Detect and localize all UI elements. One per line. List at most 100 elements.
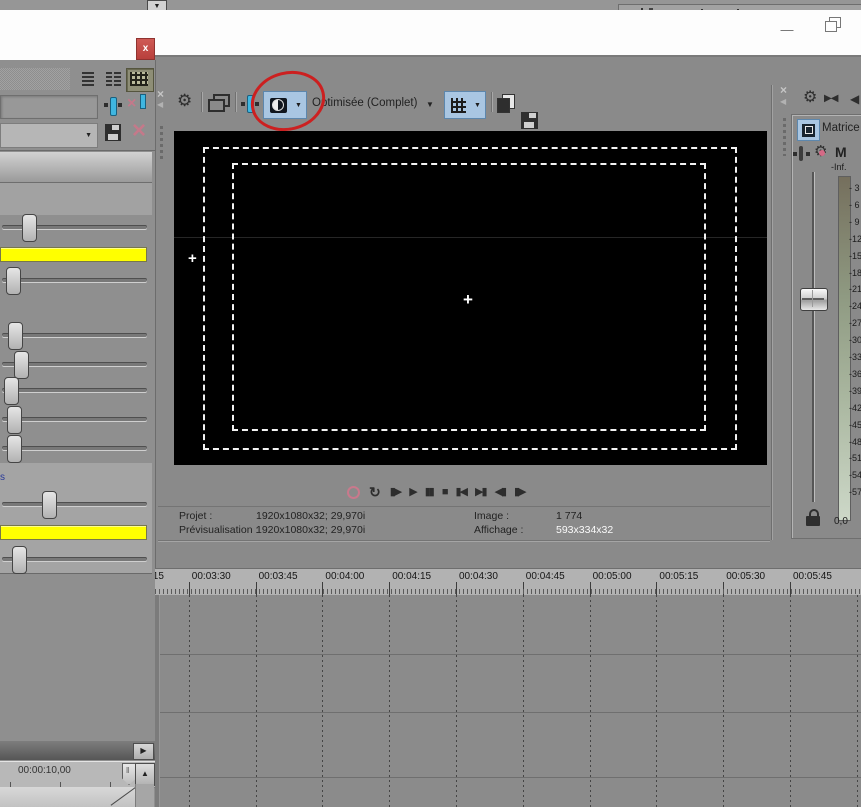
meter-scale-label: -15 xyxy=(849,251,861,261)
play-from-start-button[interactable]: ▮▶ xyxy=(390,487,401,498)
frame-value: 1 774 xyxy=(556,510,582,522)
fx-value-bar xyxy=(0,247,147,262)
lock-button[interactable] xyxy=(806,509,820,529)
fx-parameter-sliders xyxy=(0,0,155,807)
ruler-tick xyxy=(456,582,457,595)
solo-button[interactable]: ⚙ xyxy=(814,144,831,161)
overlay-grid-button[interactable] xyxy=(444,91,472,119)
scroll-right-button[interactable]: ▶ xyxy=(133,743,154,760)
video-preview[interactable]: + + xyxy=(174,131,767,465)
restore-button[interactable] xyxy=(825,17,842,33)
panel-splitter[interactable] xyxy=(771,85,773,540)
preview-close-button[interactable]: × xyxy=(157,88,164,100)
fader-bar-icon xyxy=(799,146,803,161)
fx-slider-thumb[interactable] xyxy=(7,435,22,463)
dialog-mini-ruler[interactable]: 00:00:10,00 ‖ ▲ xyxy=(0,761,155,788)
minimize-button[interactable]: — xyxy=(778,22,796,36)
pause-button[interactable]: ▮▮ xyxy=(425,487,433,498)
fx-slider-track[interactable] xyxy=(2,278,147,282)
fx-slider-thumb[interactable] xyxy=(7,406,22,434)
ruler-label: 00:04:45 xyxy=(526,571,565,582)
meter-scale-label: -21 xyxy=(849,284,861,294)
copy-snapshot-button[interactable] xyxy=(497,94,515,112)
edit-cursor-marker[interactable]: ‖ xyxy=(122,763,136,785)
fx-slider-track[interactable] xyxy=(2,417,147,421)
previous-frame-button[interactable]: ◀▮ xyxy=(495,487,506,498)
fx-slider-thumb[interactable] xyxy=(22,214,37,242)
track-gridline xyxy=(456,595,457,807)
timeline-tracks[interactable] xyxy=(155,595,861,807)
meter-scale-label: -48 xyxy=(849,437,861,447)
mixer-settings-button[interactable]: ⚙ xyxy=(803,90,817,106)
preview-settings-button[interactable]: ⚙ xyxy=(177,92,192,109)
panel-grip[interactable] xyxy=(783,118,786,156)
meter-scale-label: -30 xyxy=(849,335,861,345)
panel-grip[interactable] xyxy=(160,126,163,162)
fx-slider-thumb[interactable] xyxy=(4,377,19,405)
mixer-collapse-button[interactable]: ◀ xyxy=(780,97,786,106)
fader-track[interactable] xyxy=(812,172,815,502)
ruler-tick xyxy=(723,582,724,595)
stop-button[interactable]: ■ xyxy=(442,487,447,498)
crosshair-icon: + xyxy=(463,291,473,308)
meter-scale-label: -42 xyxy=(849,403,861,413)
loop-playback-button[interactable]: ↻ xyxy=(369,485,381,499)
bus-icon xyxy=(802,124,815,137)
dialog-bottom-bar: ▶ xyxy=(0,741,155,760)
bus-icon xyxy=(805,126,813,134)
track-gridline xyxy=(256,595,257,807)
fx-slider-thumb[interactable] xyxy=(6,267,21,295)
track-gridline xyxy=(389,595,390,807)
info-separator xyxy=(158,506,770,507)
dialog-curve-area[interactable] xyxy=(0,787,135,807)
fader-thumb[interactable] xyxy=(800,288,828,311)
scroll-up-button[interactable]: ▲ xyxy=(135,763,155,786)
project-label: Projet : xyxy=(179,510,212,522)
mute-button[interactable]: M xyxy=(835,144,847,160)
fx-slider-thumb[interactable] xyxy=(12,546,27,574)
fx-slider-track[interactable] xyxy=(2,333,147,337)
crosshair-icon: + xyxy=(188,251,197,266)
tracks-left-edge xyxy=(155,595,160,807)
external-monitor-button[interactable] xyxy=(208,94,230,111)
copy-icon xyxy=(497,98,510,113)
fx-slider-track[interactable] xyxy=(2,446,147,450)
dialog-vscroll-track[interactable] xyxy=(135,784,154,807)
fx-slider-thumb[interactable] xyxy=(14,351,29,379)
ruler-label: 00:04:00 xyxy=(325,571,364,582)
track-gridline xyxy=(723,595,724,807)
go-to-end-button[interactable]: ▶▮ xyxy=(475,487,486,498)
fader-thumb-line xyxy=(802,298,824,300)
timeline-ruler[interactable]: 00:03:1500:03:3000:03:4500:04:0000:04:15… xyxy=(155,568,861,596)
go-to-start-button[interactable]: ▮◀ xyxy=(455,487,466,498)
preview-collapse-button[interactable]: ◀ xyxy=(157,100,163,109)
fx-slider-track[interactable] xyxy=(2,502,147,506)
mixer-bus-button[interactable] xyxy=(797,119,820,141)
collapse-panel-button[interactable]: ◀ xyxy=(850,92,859,106)
gain-value: 0,0 xyxy=(834,516,848,527)
fx-slider-thumb[interactable] xyxy=(42,491,57,519)
ruler-tick xyxy=(790,582,791,595)
right-nub-icon xyxy=(806,152,810,156)
main-titlebar: — xyxy=(145,10,861,57)
frame-label: Image : xyxy=(474,510,509,522)
next-frame-button[interactable]: ▮▶ xyxy=(514,487,525,498)
toolbar-separator xyxy=(201,92,203,112)
chevron-down-icon: ▼ xyxy=(474,102,481,109)
overlay-grid-dropdown[interactable]: ▼ xyxy=(470,91,486,119)
ruler-label: 00:03:45 xyxy=(259,571,298,582)
mixer-close-button[interactable]: × xyxy=(780,84,787,96)
play-button[interactable]: ▶ xyxy=(409,487,415,498)
meter-scale-label: - 9 xyxy=(849,217,860,227)
meter-scale-label: -36 xyxy=(849,369,861,379)
meter-top-label: -Inf. xyxy=(831,162,847,172)
fx-slider-track[interactable] xyxy=(2,388,147,392)
fit-tracks-button[interactable]: ▶◀ xyxy=(824,93,837,104)
fx-slider-thumb[interactable] xyxy=(8,322,23,350)
quality-value-dropdown[interactable]: ▼ xyxy=(426,100,434,109)
ruler-tick xyxy=(256,582,257,595)
save-snapshot-button[interactable] xyxy=(521,112,538,129)
record-button[interactable] xyxy=(347,486,360,499)
mixer-split-button[interactable] xyxy=(793,146,811,163)
meter-scale: - 3- 6- 9-12-15-18-21-24-27-30-33-36-39-… xyxy=(849,183,861,503)
